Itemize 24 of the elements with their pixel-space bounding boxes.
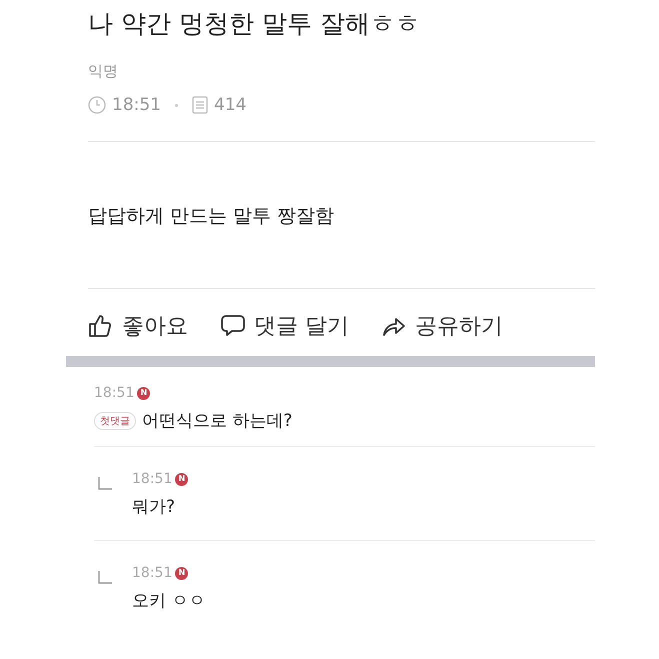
new-badge: N: [175, 566, 188, 580]
reply-indent-icon: [98, 571, 112, 585]
author-name: 익명: [88, 62, 119, 81]
comment-text: 오키 ㅇㅇ: [132, 590, 206, 612]
speech-bubble-icon: [220, 313, 246, 339]
comment-time: 18:51: [132, 471, 172, 487]
action-button[interactable]: 댓글 달기: [220, 311, 349, 341]
comment-time: 18:51: [132, 565, 172, 581]
view-count: 414: [214, 95, 246, 115]
post-title: 나 약간 멍청한 말투 잘해ㅎㅎ: [88, 8, 421, 40]
reply-indent-icon: [98, 477, 112, 491]
post-body: 답답하게 만드는 말투 짱잘함: [87, 204, 336, 228]
comment-text: 어떤식으로 하는데?: [142, 410, 292, 432]
clock-icon: [88, 96, 106, 114]
post-time: 18:51: [112, 95, 161, 115]
new-badge: N: [175, 472, 188, 486]
first-comment-tag: 첫댓글: [94, 412, 136, 430]
comment-time: 18:51: [94, 385, 134, 401]
comment-text: 뭐가?: [132, 496, 176, 518]
new-badge: N: [137, 386, 150, 400]
action-button[interactable]: 좋아요: [88, 311, 188, 341]
document-icon: [192, 96, 208, 114]
action-button[interactable]: 공유하기: [381, 311, 503, 341]
thumbs-up-icon: [88, 313, 114, 339]
